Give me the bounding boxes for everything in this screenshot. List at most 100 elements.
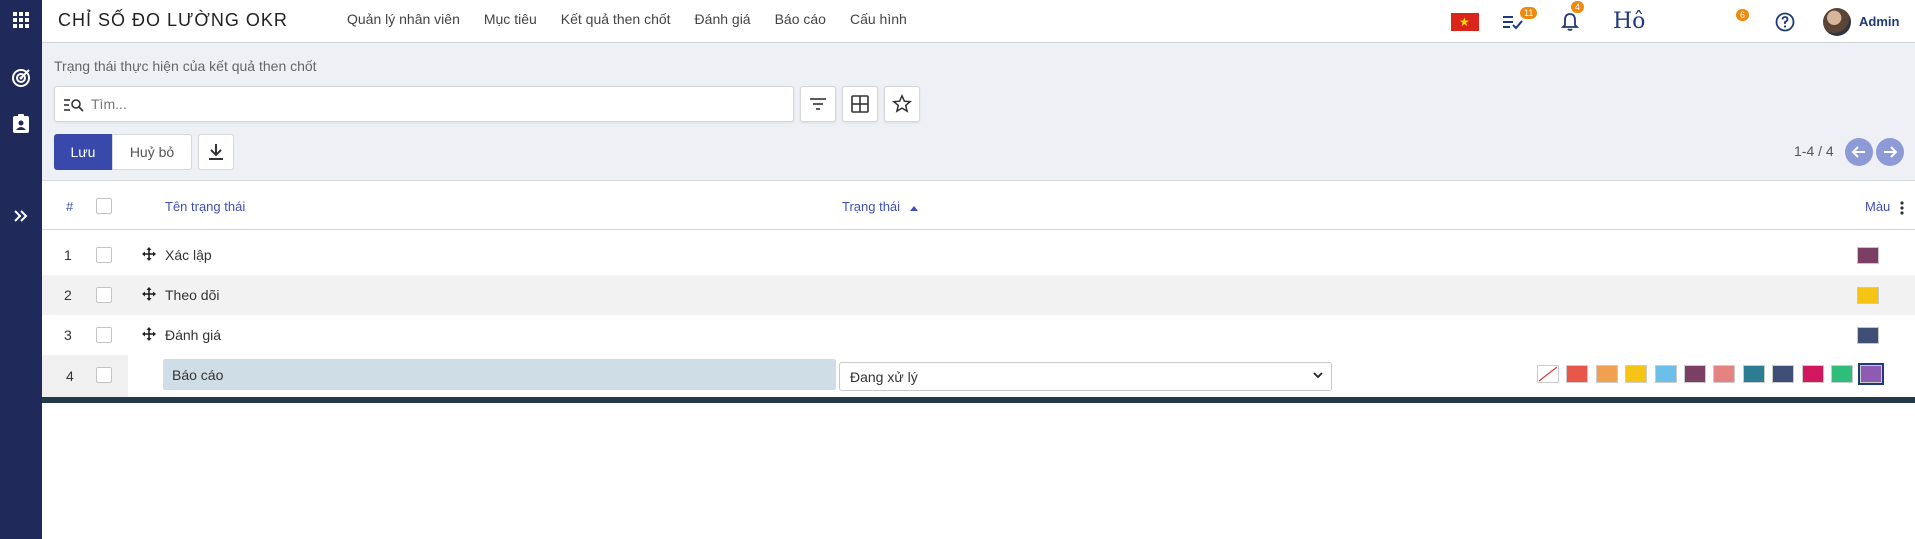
- row-checkbox[interactable]: [96, 287, 112, 303]
- row-checkbox[interactable]: [96, 327, 112, 343]
- help-icon: [1775, 12, 1795, 31]
- sort-ascending-icon: [909, 206, 918, 211]
- color-option[interactable]: [1858, 363, 1885, 385]
- menu-employees[interactable]: Quản lý nhân viên: [347, 11, 460, 27]
- color-option[interactable]: [1772, 365, 1795, 383]
- download-button[interactable]: [198, 134, 234, 170]
- no-color-slash-icon: [1538, 366, 1558, 382]
- main-menu: Quản lý nhân viên Mục tiêu Kết quả then …: [347, 11, 931, 27]
- list-bottom-bar: [42, 397, 1915, 403]
- color-option[interactable]: [1801, 365, 1824, 383]
- ho-widget[interactable]: Hô: [1613, 0, 1645, 43]
- user-menu[interactable]: Admin: [1823, 0, 1899, 43]
- chevron-down-icon: [1313, 372, 1323, 379]
- search-filter-icon: [64, 99, 84, 112]
- prev-page-button[interactable]: [1845, 138, 1873, 166]
- menu-key-results[interactable]: Kết quả then chốt: [561, 11, 671, 27]
- control-panel: Trạng thái thực hiện của kết quả then ch…: [42, 43, 1915, 181]
- row-name: Đánh giá: [165, 327, 222, 343]
- select-all-checkbox[interactable]: [96, 198, 112, 214]
- column-status-label: Trạng thái: [842, 199, 901, 214]
- user-name: Admin: [1859, 14, 1900, 29]
- ho-text: Hô: [1613, 9, 1646, 34]
- table-row[interactable]: 3 Đánh giá: [42, 315, 1915, 355]
- color-option[interactable]: [1742, 365, 1765, 383]
- column-number: #: [66, 199, 74, 214]
- favorites-button[interactable]: [884, 86, 920, 122]
- status-select[interactable]: Đang xử lý: [839, 362, 1332, 391]
- notification-count-badge: 4: [1571, 1, 1585, 13]
- vietnam-flag-icon: ★: [1451, 12, 1479, 31]
- row-number: 2: [64, 287, 72, 303]
- color-swatch: [1857, 247, 1879, 264]
- status-name-input[interactable]: [163, 359, 836, 390]
- column-options-icon[interactable]: [1900, 201, 1904, 215]
- filter-button[interactable]: [800, 86, 836, 122]
- clipboard-user-icon[interactable]: [0, 112, 42, 136]
- breadcrumb: Trạng thái thực hiện của kết quả then ch…: [54, 58, 317, 74]
- color-palette: [1537, 363, 1890, 385]
- help-button[interactable]: [1775, 0, 1795, 43]
- filter-icon: [810, 98, 826, 110]
- color-swatch: [1857, 287, 1879, 304]
- save-button[interactable]: Lưu: [54, 134, 112, 170]
- row-number: 4: [66, 368, 74, 384]
- language-flag[interactable]: ★: [1451, 0, 1479, 43]
- row-name: Xác lập: [165, 247, 212, 263]
- star-icon: [892, 94, 912, 113]
- color-option[interactable]: [1625, 365, 1648, 383]
- ho-badge-wrap: 6: [1736, 0, 1750, 43]
- arrow-left-icon: [1852, 146, 1865, 158]
- search-input[interactable]: [91, 94, 781, 114]
- color-swatch: [1857, 327, 1879, 344]
- color-option[interactable]: [1595, 365, 1618, 383]
- drag-handle-icon[interactable]: [142, 327, 156, 341]
- search-bar: [54, 86, 794, 122]
- menu-reports[interactable]: Báo cáo: [775, 11, 826, 27]
- drag-handle-icon[interactable]: [142, 287, 156, 301]
- expand-chevrons-icon[interactable]: [0, 206, 42, 226]
- status-name-field[interactable]: [163, 359, 836, 390]
- avatar: [1823, 7, 1851, 36]
- column-color[interactable]: Màu: [1865, 199, 1890, 214]
- table-row[interactable]: 2 Theo dõi: [42, 275, 1915, 315]
- app: CHỈ SỐ ĐO LƯỜNG OKR Quản lý nhân viên Mụ…: [0, 0, 1915, 539]
- drag-handle-icon[interactable]: [142, 247, 156, 261]
- cancel-button[interactable]: Huỷ bỏ: [112, 134, 192, 170]
- row-number: 3: [64, 327, 72, 343]
- row-checkbox[interactable]: [96, 247, 112, 263]
- activity-count-badge: 11: [1520, 7, 1538, 19]
- next-page-button[interactable]: [1876, 138, 1904, 166]
- column-status[interactable]: Trạng thái: [842, 199, 918, 214]
- color-option[interactable]: [1830, 365, 1853, 383]
- color-option[interactable]: [1654, 365, 1677, 383]
- menu-configuration[interactable]: Cấu hình: [850, 11, 907, 27]
- apps-grid-icon[interactable]: [0, 8, 42, 32]
- download-icon: [209, 144, 223, 160]
- notification-menu[interactable]: 4: [1561, 0, 1585, 43]
- app-brand: CHỈ SỐ ĐO LƯỜNG OKR: [58, 10, 288, 30]
- menu-objectives[interactable]: Mục tiêu: [484, 11, 537, 27]
- row-name: Theo dõi: [165, 287, 220, 303]
- left-rail: [0, 0, 42, 539]
- arrow-right-icon: [1884, 146, 1897, 158]
- top-bar: CHỈ SỐ ĐO LƯỜNG OKR Quản lý nhân viên Mụ…: [42, 0, 1915, 43]
- color-option[interactable]: [1713, 365, 1736, 383]
- group-by-button[interactable]: [842, 86, 878, 122]
- grid-icon: [851, 95, 869, 113]
- editable-row[interactable]: 4 Đang xử lý: [42, 355, 1915, 397]
- ho-count-badge: 6: [1736, 8, 1750, 21]
- no-color-option[interactable]: [1537, 365, 1559, 383]
- activity-menu[interactable]: 11: [1502, 0, 1538, 43]
- table-row[interactable]: 1 Xác lập: [42, 235, 1915, 275]
- list-header: # Tên trạng thái Trạng thái Màu: [42, 182, 1915, 230]
- target-icon[interactable]: [0, 66, 42, 90]
- color-option[interactable]: [1566, 365, 1589, 383]
- row-gutter: [42, 355, 128, 397]
- row-checkbox[interactable]: [96, 367, 112, 383]
- color-option[interactable]: [1683, 365, 1706, 383]
- status-select-value: Đang xử lý: [850, 369, 918, 385]
- column-name[interactable]: Tên trạng thái: [165, 199, 245, 214]
- menu-evaluation[interactable]: Đánh giá: [695, 11, 751, 27]
- pager-value[interactable]: 1-4 / 4: [1794, 143, 1834, 159]
